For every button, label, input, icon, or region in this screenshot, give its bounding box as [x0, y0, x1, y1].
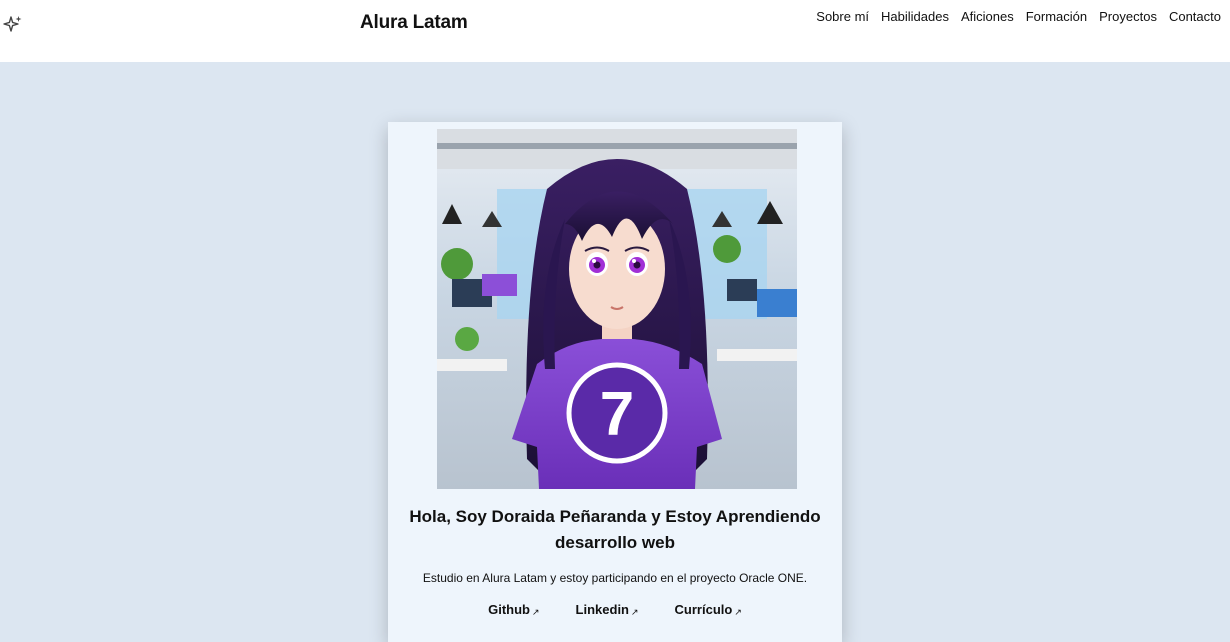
linkedin-link[interactable]: Linkedin ↗ — [576, 602, 639, 617]
nav-link-proyectos[interactable]: Proyectos — [1093, 9, 1163, 25]
nav-link-aficiones[interactable]: Aficiones — [955, 9, 1020, 25]
main-nav: Sobre mí Habilidades Aficiones Formación… — [810, 9, 1227, 25]
sparkle-icon[interactable] — [3, 14, 23, 34]
linkedin-link-label: Linkedin — [575, 602, 629, 617]
external-arrow-icon: ↗ — [734, 607, 742, 617]
external-arrow-icon: ↗ — [631, 607, 639, 617]
profile-title: Hola, Soy Doraida Peñaranda y Estoy Apre… — [409, 507, 821, 552]
nav-link-formacion[interactable]: Formación — [1020, 9, 1093, 25]
curriculum-link[interactable]: Currículo ↗ — [675, 602, 742, 617]
external-arrow-icon: ↗ — [532, 607, 540, 617]
profile-links: Github ↗ Linkedin ↗ Currículo ↗ — [388, 602, 842, 617]
brand-title[interactable]: Alura Latam — [360, 12, 468, 34]
nav-link-sobre-mi[interactable]: Sobre mí — [810, 9, 875, 25]
nav-link-contacto[interactable]: Contacto — [1163, 9, 1227, 25]
github-link[interactable]: Github ↗ — [488, 602, 539, 617]
github-link-label: Github — [488, 602, 530, 617]
profile-illustration: 7 — [437, 129, 797, 489]
profile-image: 7 — [437, 129, 797, 489]
curriculum-link-label: Currículo — [674, 602, 733, 617]
nav-link-habilidades[interactable]: Habilidades — [875, 9, 955, 25]
profile-card: 7 Hola, Soy Doraida Peñaranda y Estoy Ap… — [388, 122, 842, 642]
site-header: Alura Latam Sobre mí Habilidades Aficion… — [0, 0, 1230, 62]
profile-description: Estudio en Alura Latam y estoy participa… — [422, 571, 808, 585]
shirt-number: 7 — [600, 380, 634, 449]
